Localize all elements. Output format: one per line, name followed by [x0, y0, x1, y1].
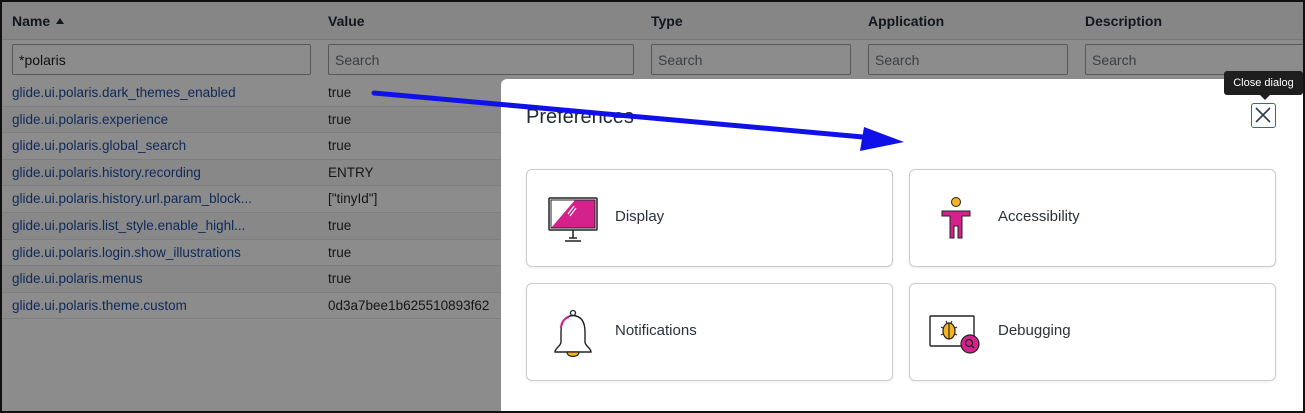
- screen: Name Value Type Application Description …: [0, 0, 1305, 413]
- annotation-arrow: [371, 90, 904, 151]
